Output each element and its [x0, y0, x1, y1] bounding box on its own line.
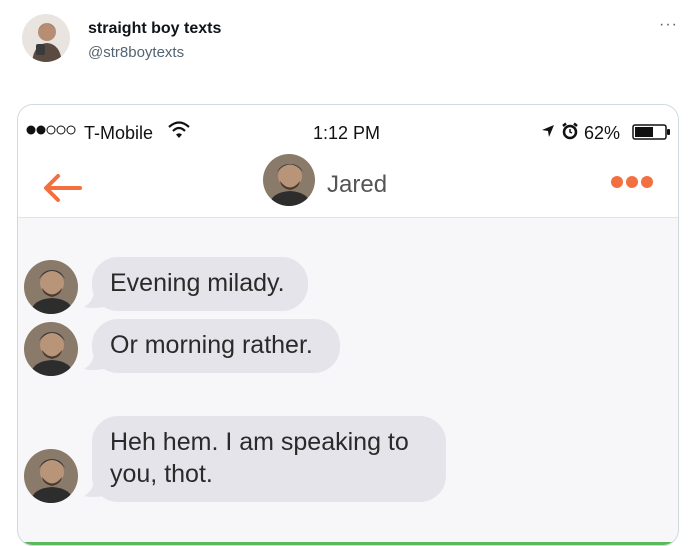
- tweet-display-name[interactable]: straight boy texts: [88, 20, 221, 38]
- battery-percentage: 62%: [584, 123, 621, 143]
- message-avatar: [24, 449, 78, 503]
- more-horizontal-icon[interactable]: ···: [659, 17, 678, 33]
- signal-strength-icon: [26, 125, 76, 135]
- message-avatar: [24, 322, 78, 376]
- more-dots-icon[interactable]: [610, 175, 654, 189]
- carrier-name: T-Mobile: [84, 123, 154, 143]
- battery-icon: [632, 124, 670, 140]
- message-text: Heh hem. I am speaking to you, thot.: [110, 428, 409, 488]
- message-avatar: [24, 260, 78, 314]
- tweet-media-image[interactable]: T-Mobile 1:12 PM 62% Jared Evening milad…: [17, 104, 679, 546]
- message-bubble[interactable]: Heh hem. I am speaking to you, thot.: [92, 416, 446, 502]
- location-arrow-icon: [542, 125, 554, 137]
- contact-name: Jared: [327, 171, 388, 198]
- message-bubble[interactable]: Evening milady.: [92, 257, 308, 311]
- message-bubble[interactable]: Or morning rather.: [92, 319, 340, 373]
- phone-status-bar: T-Mobile 1:12 PM 62%: [18, 105, 678, 157]
- wifi-icon: [168, 121, 190, 138]
- back-arrow-icon[interactable]: [42, 173, 82, 203]
- tweet-avatar[interactable]: [22, 14, 70, 62]
- divider-line: [18, 542, 678, 545]
- message-text: Evening milady.: [110, 269, 285, 297]
- contact-avatar[interactable]: [263, 154, 315, 206]
- alarm-clock-icon: [562, 122, 578, 140]
- message-text: Or morning rather.: [110, 331, 313, 359]
- tweet-handle[interactable]: @str8boytexts: [88, 44, 184, 61]
- status-time: 1:12 PM: [313, 123, 381, 143]
